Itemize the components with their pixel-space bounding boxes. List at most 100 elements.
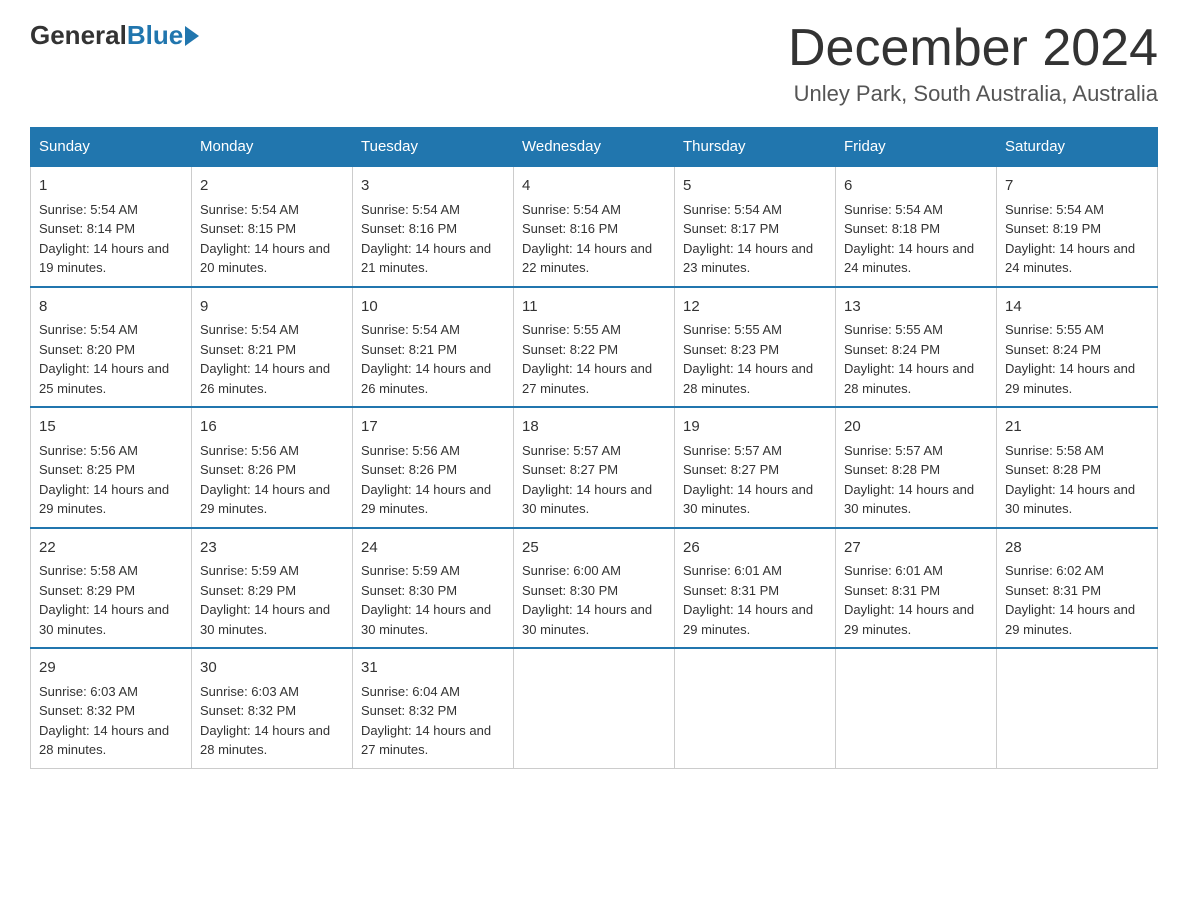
day-info: Sunrise: 5:56 AMSunset: 8:26 PMDaylight:… <box>200 443 330 517</box>
weekday-header-friday: Friday <box>836 128 997 167</box>
day-info: Sunrise: 5:59 AMSunset: 8:29 PMDaylight:… <box>200 563 330 637</box>
calendar-cell: 22 Sunrise: 5:58 AMSunset: 8:29 PMDaylig… <box>31 528 192 649</box>
weekday-header-sunday: Sunday <box>31 128 192 167</box>
day-info: Sunrise: 5:54 AMSunset: 8:17 PMDaylight:… <box>683 202 813 276</box>
calendar-cell: 19 Sunrise: 5:57 AMSunset: 8:27 PMDaylig… <box>675 407 836 528</box>
day-number: 10 <box>361 296 505 319</box>
day-info: Sunrise: 6:03 AMSunset: 8:32 PMDaylight:… <box>39 684 169 758</box>
calendar-cell: 6 Sunrise: 5:54 AMSunset: 8:18 PMDayligh… <box>836 166 997 287</box>
day-info: Sunrise: 5:56 AMSunset: 8:26 PMDaylight:… <box>361 443 491 517</box>
day-number: 27 <box>844 537 988 560</box>
day-number: 4 <box>522 175 666 198</box>
calendar-cell: 29 Sunrise: 6:03 AMSunset: 8:32 PMDaylig… <box>31 648 192 768</box>
calendar-cell: 18 Sunrise: 5:57 AMSunset: 8:27 PMDaylig… <box>514 407 675 528</box>
calendar-cell: 10 Sunrise: 5:54 AMSunset: 8:21 PMDaylig… <box>353 287 514 408</box>
day-info: Sunrise: 5:54 AMSunset: 8:16 PMDaylight:… <box>361 202 491 276</box>
day-info: Sunrise: 6:03 AMSunset: 8:32 PMDaylight:… <box>200 684 330 758</box>
day-info: Sunrise: 5:54 AMSunset: 8:21 PMDaylight:… <box>200 322 330 396</box>
day-number: 22 <box>39 537 183 560</box>
day-number: 1 <box>39 175 183 198</box>
calendar-cell: 27 Sunrise: 6:01 AMSunset: 8:31 PMDaylig… <box>836 528 997 649</box>
calendar-cell: 16 Sunrise: 5:56 AMSunset: 8:26 PMDaylig… <box>192 407 353 528</box>
calendar-cell <box>675 648 836 768</box>
day-info: Sunrise: 5:54 AMSunset: 8:20 PMDaylight:… <box>39 322 169 396</box>
day-number: 11 <box>522 296 666 319</box>
calendar-cell: 12 Sunrise: 5:55 AMSunset: 8:23 PMDaylig… <box>675 287 836 408</box>
day-number: 7 <box>1005 175 1149 198</box>
logo-blue-text: Blue <box>127 20 183 51</box>
calendar-cell: 20 Sunrise: 5:57 AMSunset: 8:28 PMDaylig… <box>836 407 997 528</box>
calendar-cell: 15 Sunrise: 5:56 AMSunset: 8:25 PMDaylig… <box>31 407 192 528</box>
day-number: 19 <box>683 416 827 439</box>
day-number: 5 <box>683 175 827 198</box>
day-info: Sunrise: 5:54 AMSunset: 8:14 PMDaylight:… <box>39 202 169 276</box>
calendar-cell: 28 Sunrise: 6:02 AMSunset: 8:31 PMDaylig… <box>997 528 1158 649</box>
day-number: 12 <box>683 296 827 319</box>
calendar-cell: 2 Sunrise: 5:54 AMSunset: 8:15 PMDayligh… <box>192 166 353 287</box>
day-info: Sunrise: 6:01 AMSunset: 8:31 PMDaylight:… <box>683 563 813 637</box>
day-info: Sunrise: 5:55 AMSunset: 8:24 PMDaylight:… <box>844 322 974 396</box>
day-number: 15 <box>39 416 183 439</box>
calendar-cell: 14 Sunrise: 5:55 AMSunset: 8:24 PMDaylig… <box>997 287 1158 408</box>
page-header: General Blue December 2024 Unley Park, S… <box>30 20 1158 107</box>
day-number: 18 <box>522 416 666 439</box>
location-subtitle: Unley Park, South Australia, Australia <box>788 81 1158 107</box>
day-number: 30 <box>200 657 344 680</box>
calendar-cell: 26 Sunrise: 6:01 AMSunset: 8:31 PMDaylig… <box>675 528 836 649</box>
day-info: Sunrise: 6:02 AMSunset: 8:31 PMDaylight:… <box>1005 563 1135 637</box>
month-title: December 2024 <box>788 20 1158 77</box>
day-number: 3 <box>361 175 505 198</box>
calendar-cell: 21 Sunrise: 5:58 AMSunset: 8:28 PMDaylig… <box>997 407 1158 528</box>
day-number: 6 <box>844 175 988 198</box>
weekday-header-tuesday: Tuesday <box>353 128 514 167</box>
day-number: 28 <box>1005 537 1149 560</box>
calendar-cell: 30 Sunrise: 6:03 AMSunset: 8:32 PMDaylig… <box>192 648 353 768</box>
calendar-week-row: 22 Sunrise: 5:58 AMSunset: 8:29 PMDaylig… <box>31 528 1158 649</box>
title-section: December 2024 Unley Park, South Australi… <box>788 20 1158 107</box>
logo-arrow-icon <box>185 26 199 46</box>
day-number: 2 <box>200 175 344 198</box>
day-info: Sunrise: 5:58 AMSunset: 8:28 PMDaylight:… <box>1005 443 1135 517</box>
calendar-cell: 9 Sunrise: 5:54 AMSunset: 8:21 PMDayligh… <box>192 287 353 408</box>
day-info: Sunrise: 5:58 AMSunset: 8:29 PMDaylight:… <box>39 563 169 637</box>
calendar-cell: 1 Sunrise: 5:54 AMSunset: 8:14 PMDayligh… <box>31 166 192 287</box>
day-number: 16 <box>200 416 344 439</box>
day-info: Sunrise: 5:54 AMSunset: 8:18 PMDaylight:… <box>844 202 974 276</box>
calendar-week-row: 1 Sunrise: 5:54 AMSunset: 8:14 PMDayligh… <box>31 166 1158 287</box>
weekday-header-row: SundayMondayTuesdayWednesdayThursdayFrid… <box>31 128 1158 167</box>
calendar-week-row: 15 Sunrise: 5:56 AMSunset: 8:25 PMDaylig… <box>31 407 1158 528</box>
calendar-cell: 25 Sunrise: 6:00 AMSunset: 8:30 PMDaylig… <box>514 528 675 649</box>
weekday-header-thursday: Thursday <box>675 128 836 167</box>
calendar-cell: 7 Sunrise: 5:54 AMSunset: 8:19 PMDayligh… <box>997 166 1158 287</box>
day-number: 14 <box>1005 296 1149 319</box>
day-info: Sunrise: 5:54 AMSunset: 8:15 PMDaylight:… <box>200 202 330 276</box>
calendar-table: SundayMondayTuesdayWednesdayThursdayFrid… <box>30 127 1158 769</box>
logo: General Blue <box>30 20 199 51</box>
calendar-cell: 13 Sunrise: 5:55 AMSunset: 8:24 PMDaylig… <box>836 287 997 408</box>
day-info: Sunrise: 5:54 AMSunset: 8:21 PMDaylight:… <box>361 322 491 396</box>
calendar-cell: 17 Sunrise: 5:56 AMSunset: 8:26 PMDaylig… <box>353 407 514 528</box>
calendar-week-row: 29 Sunrise: 6:03 AMSunset: 8:32 PMDaylig… <box>31 648 1158 768</box>
weekday-header-monday: Monday <box>192 128 353 167</box>
weekday-header-saturday: Saturday <box>997 128 1158 167</box>
day-number: 20 <box>844 416 988 439</box>
calendar-cell <box>514 648 675 768</box>
calendar-cell: 3 Sunrise: 5:54 AMSunset: 8:16 PMDayligh… <box>353 166 514 287</box>
weekday-header-wednesday: Wednesday <box>514 128 675 167</box>
day-info: Sunrise: 5:54 AMSunset: 8:16 PMDaylight:… <box>522 202 652 276</box>
day-info: Sunrise: 5:55 AMSunset: 8:23 PMDaylight:… <box>683 322 813 396</box>
calendar-cell: 23 Sunrise: 5:59 AMSunset: 8:29 PMDaylig… <box>192 528 353 649</box>
day-number: 24 <box>361 537 505 560</box>
day-info: Sunrise: 5:55 AMSunset: 8:22 PMDaylight:… <box>522 322 652 396</box>
day-number: 23 <box>200 537 344 560</box>
calendar-cell: 8 Sunrise: 5:54 AMSunset: 8:20 PMDayligh… <box>31 287 192 408</box>
day-info: Sunrise: 6:01 AMSunset: 8:31 PMDaylight:… <box>844 563 974 637</box>
day-info: Sunrise: 5:57 AMSunset: 8:27 PMDaylight:… <box>683 443 813 517</box>
day-number: 29 <box>39 657 183 680</box>
day-info: Sunrise: 5:59 AMSunset: 8:30 PMDaylight:… <box>361 563 491 637</box>
calendar-cell <box>836 648 997 768</box>
day-info: Sunrise: 5:55 AMSunset: 8:24 PMDaylight:… <box>1005 322 1135 396</box>
day-info: Sunrise: 6:00 AMSunset: 8:30 PMDaylight:… <box>522 563 652 637</box>
day-number: 26 <box>683 537 827 560</box>
calendar-cell <box>997 648 1158 768</box>
